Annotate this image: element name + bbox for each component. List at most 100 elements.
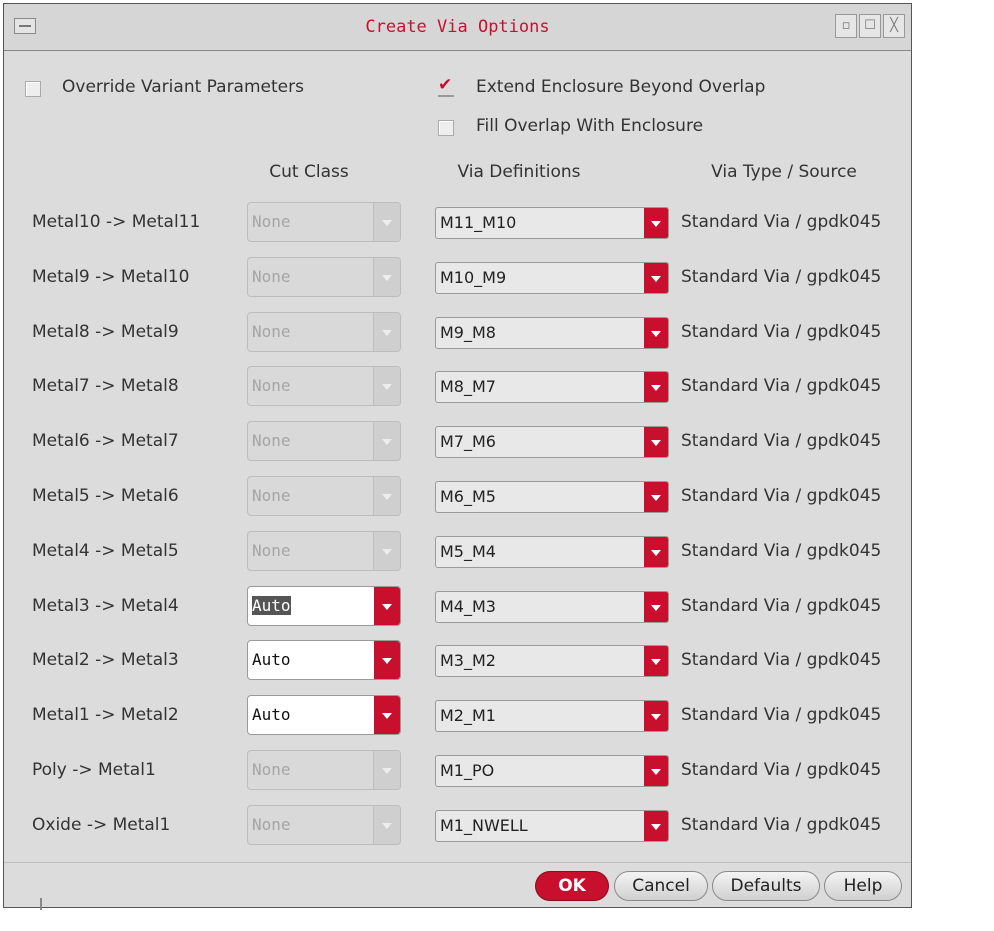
cut-class-value: None [252, 486, 291, 505]
cut-class-combobox: None [247, 476, 401, 516]
via-type-source: Standard Via / gpdk045 [681, 486, 882, 506]
dropdown-arrow-icon[interactable] [374, 641, 400, 679]
extend-enclosure-label: Extend Enclosure Beyond Overlap [476, 77, 766, 97]
cut-class-combobox: None [247, 366, 401, 406]
via-type-source: Standard Via / gpdk045 [681, 267, 882, 287]
via-type-source: Standard Via / gpdk045 [681, 760, 882, 780]
title-bar[interactable]: Create Via Options ▫ ☐ ╳ [4, 4, 911, 51]
maximize-icon[interactable]: ☐ [859, 14, 881, 38]
via-definition-select[interactable]: M8_M7 [435, 371, 669, 403]
via-definition-value: M11_M10 [440, 213, 517, 232]
via-type-source: Standard Via / gpdk045 [681, 596, 882, 616]
via-definition-value: M1_NWELL [440, 816, 528, 835]
dropdown-arrow-icon [373, 751, 400, 789]
row-layer-label: Metal10 -> Metal11 [32, 212, 201, 232]
dropdown-arrow-icon [373, 203, 400, 241]
cut-class-value: None [252, 815, 291, 834]
dropdown-arrow-icon[interactable] [374, 587, 400, 625]
via-definition-value: M1_PO [440, 761, 495, 780]
divider [4, 862, 911, 863]
via-definition-select[interactable]: M11_M10 [435, 207, 669, 239]
dropdown-arrow-icon [373, 422, 400, 460]
cut-class-combobox: None [247, 421, 401, 461]
via-definition-value: M7_M6 [440, 432, 496, 451]
cut-class-value: None [252, 212, 291, 231]
via-type-source: Standard Via / gpdk045 [681, 431, 882, 451]
via-definition-value: M10_M9 [440, 268, 507, 287]
via-definition-select[interactable]: M1_NWELL [435, 810, 669, 842]
fill-overlap-checkbox[interactable] [438, 120, 454, 136]
minimize-icon[interactable]: ▫ [835, 14, 857, 38]
row-layer-label: Oxide -> Metal1 [32, 815, 171, 835]
cancel-button[interactable]: Cancel [614, 871, 708, 901]
dropdown-arrow-icon[interactable] [374, 696, 400, 734]
fill-overlap-label: Fill Overlap With Enclosure [476, 116, 704, 136]
via-definition-select[interactable]: M10_M9 [435, 262, 669, 294]
dropdown-arrow-icon[interactable] [644, 263, 668, 293]
via-definitions-header: Via Definitions [457, 162, 581, 182]
cut-class-combobox: None [247, 531, 401, 571]
dropdown-arrow-icon[interactable] [644, 811, 668, 841]
row-layer-label: Metal3 -> Metal4 [32, 596, 179, 616]
via-definition-value: M4_M3 [440, 597, 496, 616]
resize-grip[interactable] [40, 898, 42, 910]
dropdown-arrow-icon [373, 367, 400, 405]
via-definition-value: M2_M1 [440, 706, 496, 725]
cut-class-combobox: None [247, 257, 401, 297]
dropdown-arrow-icon[interactable] [644, 482, 668, 512]
dropdown-arrow-icon[interactable] [644, 208, 668, 238]
dropdown-arrow-icon [373, 532, 400, 570]
via-type-source: Standard Via / gpdk045 [681, 541, 882, 561]
close-icon[interactable]: ╳ [883, 14, 905, 38]
defaults-button[interactable]: Defaults [712, 871, 820, 901]
cut-class-value: Auto [252, 650, 291, 669]
row-layer-label: Metal4 -> Metal5 [32, 541, 179, 561]
dropdown-arrow-icon[interactable] [644, 318, 668, 348]
dropdown-arrow-icon[interactable] [644, 372, 668, 402]
cut-class-value: Auto [252, 596, 291, 615]
row-layer-label: Metal2 -> Metal3 [32, 650, 179, 670]
override-variant-label: Override Variant Parameters [62, 77, 304, 97]
dropdown-arrow-icon[interactable] [644, 756, 668, 786]
cut-class-combobox: None [247, 202, 401, 242]
extend-enclosure-checkbox[interactable] [438, 75, 454, 97]
cut-class-combobox[interactable]: Auto [247, 640, 401, 680]
cut-class-combobox[interactable]: Auto [247, 586, 401, 626]
dropdown-arrow-icon [373, 313, 400, 351]
via-type-source: Standard Via / gpdk045 [681, 322, 882, 342]
via-definition-value: M3_M2 [440, 651, 496, 670]
cut-class-combobox: None [247, 750, 401, 790]
via-definition-select[interactable]: M6_M5 [435, 481, 669, 513]
dropdown-arrow-icon[interactable] [644, 537, 668, 567]
cut-class-value: None [252, 322, 291, 341]
via-definition-select[interactable]: M4_M3 [435, 591, 669, 623]
dropdown-arrow-icon [373, 477, 400, 515]
override-variant-checkbox[interactable] [25, 81, 41, 97]
cut-class-combobox: None [247, 312, 401, 352]
row-layer-label: Metal1 -> Metal2 [32, 705, 179, 725]
via-definition-value: M8_M7 [440, 377, 496, 396]
row-layer-label: Metal9 -> Metal10 [32, 267, 190, 287]
dropdown-arrow-icon[interactable] [644, 427, 668, 457]
dropdown-arrow-icon[interactable] [644, 646, 668, 676]
dropdown-arrow-icon[interactable] [644, 592, 668, 622]
help-button[interactable]: Help [824, 871, 902, 901]
via-definition-select[interactable]: M3_M2 [435, 645, 669, 677]
via-definition-select[interactable]: M7_M6 [435, 426, 669, 458]
via-definition-select[interactable]: M9_M8 [435, 317, 669, 349]
row-layer-label: Metal7 -> Metal8 [32, 376, 179, 396]
ok-button[interactable]: OK [535, 871, 609, 901]
via-definition-select[interactable]: M1_PO [435, 755, 669, 787]
row-layer-label: Metal6 -> Metal7 [32, 431, 179, 451]
cut-class-combobox: None [247, 805, 401, 845]
dropdown-arrow-icon[interactable] [644, 701, 668, 731]
via-definition-value: M5_M4 [440, 542, 496, 561]
row-layer-label: Metal5 -> Metal6 [32, 486, 179, 506]
cut-class-combobox[interactable]: Auto [247, 695, 401, 735]
via-definition-select[interactable]: M2_M1 [435, 700, 669, 732]
create-via-options-dialog: Create Via Options ▫ ☐ ╳ Override Varian… [3, 3, 912, 910]
via-type-source: Standard Via / gpdk045 [681, 705, 882, 725]
via-definition-select[interactable]: M5_M4 [435, 536, 669, 568]
via-definition-value: M6_M5 [440, 487, 496, 506]
dropdown-arrow-icon [373, 258, 400, 296]
